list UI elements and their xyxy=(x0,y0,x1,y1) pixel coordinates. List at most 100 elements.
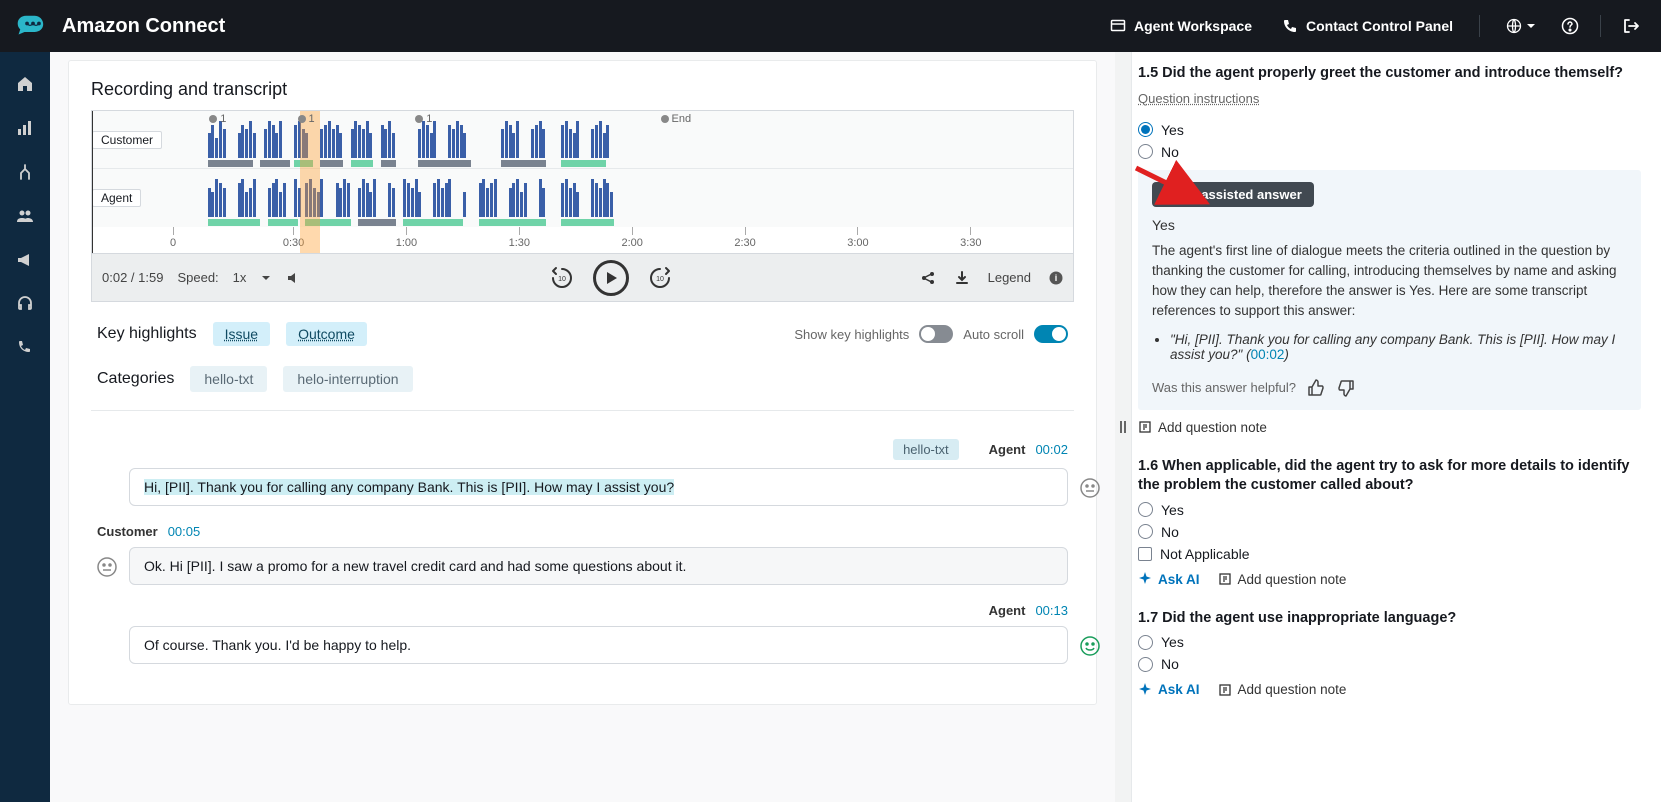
transcript-bubble[interactable]: Of course. Thank you. I'd be happy to he… xyxy=(129,626,1068,664)
entry-time[interactable]: 00:13 xyxy=(1035,603,1068,618)
play-button[interactable] xyxy=(593,260,629,296)
rewind-10-button[interactable]: 10 xyxy=(549,265,575,291)
option-no[interactable]: No xyxy=(1138,524,1641,540)
option-na[interactable]: Not Applicable xyxy=(1138,546,1641,562)
auto-scroll-toggle[interactable] xyxy=(1034,325,1068,343)
ai-explanation: The agent's first line of dialogue meets… xyxy=(1152,241,1627,322)
nav-campaigns[interactable] xyxy=(5,240,45,280)
language-menu[interactable] xyxy=(1496,12,1546,40)
speaker: Agent xyxy=(989,442,1026,457)
panel-title: Recording and transcript xyxy=(91,79,1074,100)
play-icon xyxy=(604,271,618,285)
top-bar: Amazon Connect Agent Workspace Contact C… xyxy=(0,0,1661,52)
radio-icon xyxy=(1138,524,1153,539)
add-note-button[interactable]: Add question note xyxy=(1218,572,1347,587)
transcript: hello-txt Agent 00:02 Hi, [PII]. Thank y… xyxy=(91,411,1074,664)
cat-helo-interruption[interactable]: helo-interruption xyxy=(283,366,412,392)
agent-workspace-link[interactable]: Agent Workspace xyxy=(1100,12,1262,40)
forward-10-button[interactable]: 10 xyxy=(647,265,673,291)
playhead[interactable] xyxy=(92,111,93,253)
time-axis: 00:301:001:302:002:303:003:30 xyxy=(92,227,1073,253)
megaphone-icon xyxy=(16,251,34,269)
workspace-icon xyxy=(1110,18,1126,34)
option-yes[interactable]: Yes xyxy=(1138,502,1641,518)
ccp-link[interactable]: Contact Control Panel xyxy=(1272,12,1463,40)
thumbs-down-button[interactable] xyxy=(1336,378,1356,398)
radio-icon xyxy=(1138,144,1153,159)
question-title: 1.5 Did the agent properly greet the cus… xyxy=(1138,64,1641,84)
drag-handle-icon xyxy=(1118,417,1128,437)
entry-time[interactable]: 00:02 xyxy=(1035,442,1068,457)
thumbs-up-button[interactable] xyxy=(1306,378,1326,398)
player-bar: 0:02 / 1:59 Speed: 1x 10 10 Legend i xyxy=(91,254,1074,302)
nav-routing[interactable] xyxy=(5,152,45,192)
product-name: Amazon Connect xyxy=(62,15,225,38)
pane-divider[interactable] xyxy=(1115,52,1131,802)
chip-outcome[interactable]: Outcome xyxy=(286,322,367,346)
option-no[interactable]: No xyxy=(1138,144,1641,160)
highlights-row: Key highlights Issue Outcome Show key hi… xyxy=(91,302,1074,356)
ask-ai-button[interactable]: Ask AI xyxy=(1138,682,1200,697)
nav-analytics[interactable] xyxy=(5,108,45,148)
sparkle-icon xyxy=(1164,187,1178,201)
connect-logo-icon xyxy=(16,12,50,40)
track-label-agent: Agent xyxy=(92,189,141,207)
radio-icon xyxy=(1138,635,1153,650)
categories-label: Categories xyxy=(97,370,174,388)
entry-time[interactable]: 00:05 xyxy=(168,524,201,539)
option-yes[interactable]: Yes xyxy=(1138,122,1641,138)
add-note-button[interactable]: Add question note xyxy=(1218,682,1347,697)
recording-panel: Recording and transcript 1 1 1 End Custo… xyxy=(68,60,1097,705)
info-icon[interactable]: i xyxy=(1049,271,1063,285)
transcript-entry: hello-txt Agent 00:02 Hi, [PII]. Thank y… xyxy=(97,439,1068,506)
show-highlights-label: Show key highlights xyxy=(794,327,909,342)
note-icon xyxy=(1138,420,1152,434)
svg-text:10: 10 xyxy=(558,276,566,283)
help-button[interactable] xyxy=(1556,12,1584,40)
sentiment-neutral-icon xyxy=(1079,477,1101,499)
entry-tag: hello-txt xyxy=(893,439,959,460)
volume-icon[interactable] xyxy=(286,270,302,286)
chip-issue[interactable]: Issue xyxy=(213,322,270,346)
headset-icon xyxy=(16,295,34,313)
waveform[interactable]: 1 1 1 End Customer Agent 00:301:001:302 xyxy=(91,110,1074,254)
radio-icon xyxy=(1138,502,1153,517)
radio-icon xyxy=(1138,657,1153,672)
question-1-5: 1.5 Did the agent properly greet the cus… xyxy=(1138,64,1641,435)
svg-text:i: i xyxy=(1055,273,1058,283)
transcript-bubble[interactable]: Ok. Hi [PII]. I saw a promo for a new tr… xyxy=(129,547,1068,585)
option-yes[interactable]: Yes xyxy=(1138,634,1641,650)
add-note-button[interactable]: Add question note xyxy=(1138,420,1267,435)
chart-icon xyxy=(16,119,34,137)
auto-scroll-label: Auto scroll xyxy=(963,327,1024,342)
ai-feedback-row: Was this answer helpful? xyxy=(1152,378,1627,398)
cat-hello-txt[interactable]: hello-txt xyxy=(190,366,267,392)
speed-label: Speed: xyxy=(177,270,218,285)
logout-button[interactable] xyxy=(1617,12,1645,40)
side-nav xyxy=(0,52,50,802)
nav-phone[interactable] xyxy=(5,328,45,368)
nav-users[interactable] xyxy=(5,196,45,236)
speed-value: 1x xyxy=(233,270,247,285)
sparkle-icon xyxy=(1138,572,1152,586)
download-icon[interactable] xyxy=(954,270,970,286)
ask-ai-button[interactable]: Ask AI xyxy=(1138,572,1200,587)
question-instructions-link[interactable]: Question instructions xyxy=(1138,91,1259,106)
transcript-entry: Agent 00:13 Of course. Thank you. I'd be… xyxy=(97,603,1068,664)
note-icon xyxy=(1218,572,1232,586)
share-icon[interactable] xyxy=(920,270,936,286)
question-title: 1.6 When applicable, did the agent try t… xyxy=(1138,457,1641,496)
routing-icon xyxy=(16,163,34,181)
recording-panel-container: Recording and transcript 1 1 1 End Custo… xyxy=(50,52,1115,802)
nav-headset[interactable] xyxy=(5,284,45,324)
speed-caret-icon[interactable] xyxy=(260,272,272,284)
logo[interactable]: Amazon Connect xyxy=(16,12,225,40)
transcript-bubble[interactable]: Hi, [PII]. Thank you for calling any com… xyxy=(129,468,1068,506)
ai-answer-box: AI-assisted answer Yes The agent's first… xyxy=(1138,170,1641,410)
show-highlights-toggle[interactable] xyxy=(919,325,953,343)
radio-icon xyxy=(1138,122,1153,137)
nav-home[interactable] xyxy=(5,64,45,104)
track-customer: Customer xyxy=(92,111,1073,169)
ai-answer-value: Yes xyxy=(1152,217,1627,233)
option-no[interactable]: No xyxy=(1138,656,1641,672)
